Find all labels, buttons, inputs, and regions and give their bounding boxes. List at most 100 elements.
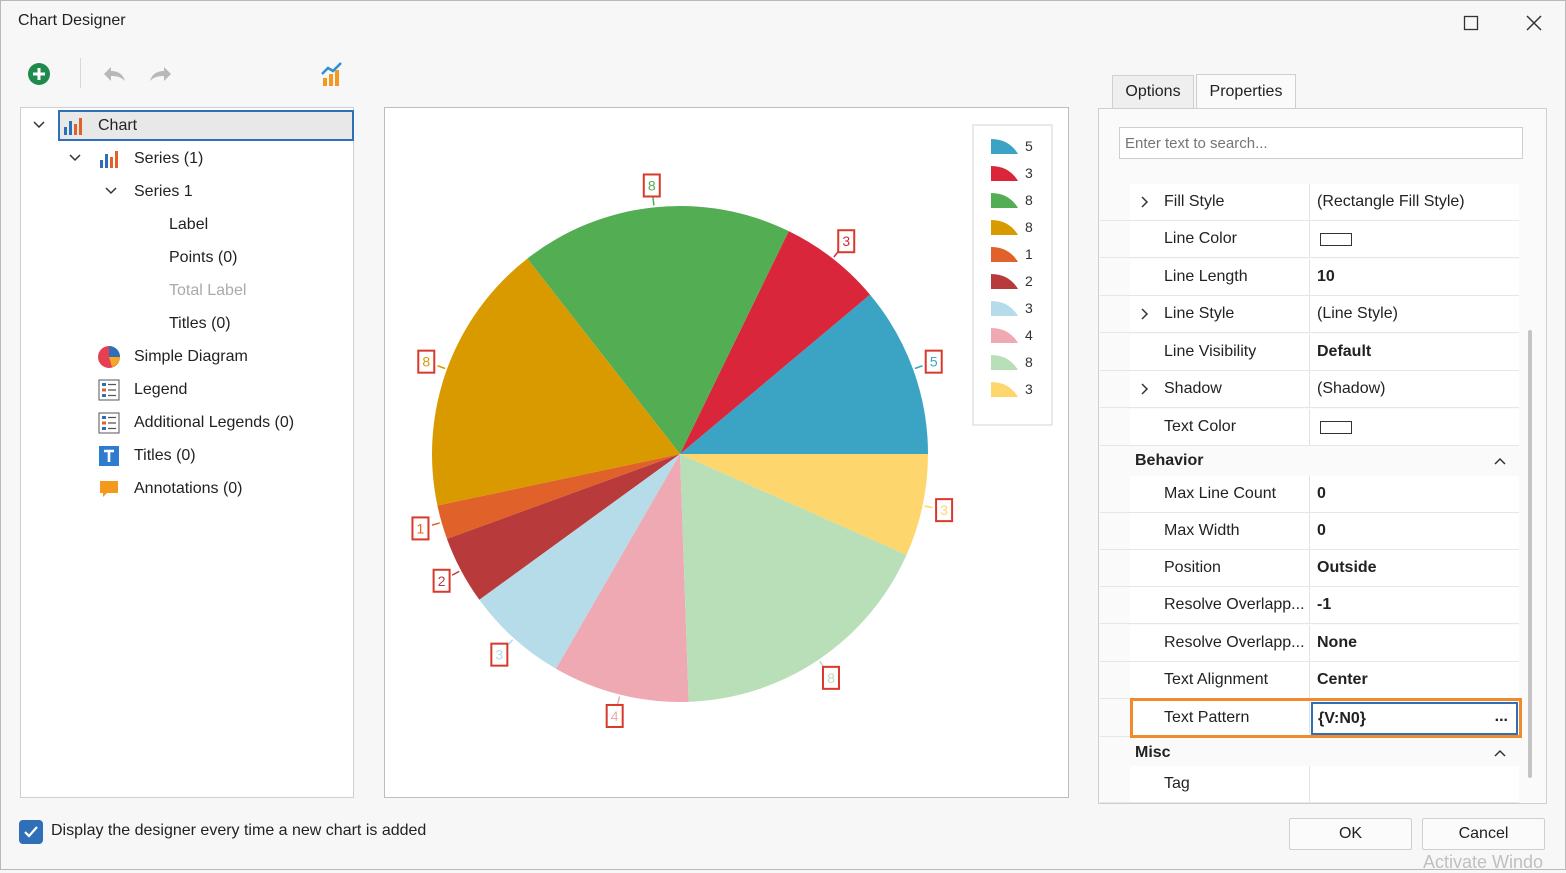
chevron-right-icon[interactable] [1138,382,1152,396]
series-icon [98,147,122,171]
tree-node-additional-legends[interactable]: Additional Legends (0) [97,407,349,438]
color-swatch[interactable] [1320,233,1352,246]
tree-label: Legend [134,380,188,398]
toolbar-separator [80,58,81,88]
data-label: 3 [495,647,503,663]
tree-node-series-group[interactable]: Series (1) [66,143,354,174]
prop-value: (Line Style) [1317,305,1398,322]
leader-line [652,197,655,206]
category-behavior[interactable]: Behavior [1100,446,1519,476]
prop-row-tag[interactable]: Tag [1100,766,1519,803]
undo-button[interactable] [98,58,130,90]
maximize-button[interactable] [1451,6,1491,40]
category-label: Behavior [1135,452,1204,469]
tree-node-simple-diagram[interactable]: Simple Diagram [97,341,349,372]
tree-node-points[interactable]: Points (0) [169,242,349,273]
prop-row-line-visibility[interactable]: Line Visibility Default [1100,334,1519,371]
tree-node-series1[interactable]: Series 1 [102,176,354,207]
tree-node-titles[interactable]: Titles (0) [97,440,349,471]
chevron-right-icon[interactable] [1138,307,1152,321]
chevron-up-icon[interactable] [1493,746,1507,760]
prop-name: Max Width [1164,522,1240,539]
column-divider [1309,259,1310,295]
row-gutter [1100,259,1130,295]
leader-line [437,365,446,370]
cancel-button[interactable]: Cancel [1422,818,1545,850]
leader-line [451,570,460,576]
maximize-icon [1463,15,1479,31]
prop-name: Position [1164,559,1221,576]
prop-row-position[interactable]: Position Outside [1100,550,1519,587]
chevron-up-icon[interactable] [1493,454,1507,468]
prop-row-resolve-overlapping-indent[interactable]: Resolve Overlapp... -1 [1100,587,1519,624]
tree-node-chart[interactable]: Chart [58,110,354,141]
close-button[interactable] [1514,6,1554,40]
prop-name: Resolve Overlapp... [1164,596,1305,613]
prop-row-text-alignment[interactable]: Text Alignment Center [1100,662,1519,699]
properties-scrollbar[interactable] [1528,330,1532,778]
tree-node-series-titles[interactable]: Titles (0) [169,308,349,339]
leader-line [924,505,933,509]
prop-row-line-color[interactable]: Line Color [1100,221,1519,258]
row-gutter [1100,662,1130,698]
prop-value: Default [1317,343,1372,360]
tab-properties[interactable]: Properties [1196,74,1296,109]
chevron-down-icon [104,184,118,198]
tree-toggle-chart[interactable] [30,110,50,141]
display-designer-checkbox[interactable] [19,820,43,844]
chevron-right-icon[interactable] [1138,195,1152,209]
column-divider [1309,662,1310,698]
prop-value: 10 [1317,268,1335,285]
column-divider [1309,513,1310,549]
prop-value: None [1317,634,1357,651]
column-divider [1309,334,1310,370]
leader-line [914,365,923,370]
add-button[interactable] [23,58,55,90]
tree-node-annotations[interactable]: Annotations (0) [97,473,349,504]
property-search-input[interactable] [1119,127,1523,159]
tree-node-total-label[interactable]: Total Label [169,275,349,306]
tab-options[interactable]: Options [1112,75,1194,108]
prop-row-resolve-overlapping-mode[interactable]: Resolve Overlapp... None [1100,625,1519,662]
legend-label: 3 [1025,300,1033,316]
tree-label: Series 1 [134,182,193,200]
tree-node-legend[interactable]: Legend [97,374,349,405]
legend-label: 8 [1025,354,1033,370]
legend-label: 1 [1025,246,1033,262]
prop-row-text-color[interactable]: Text Color [1100,409,1519,446]
prop-row-max-width[interactable]: Max Width 0 [1100,513,1519,550]
row-gutter [1100,334,1130,370]
prop-value: Center [1317,671,1368,688]
row-gutter [1100,409,1130,445]
data-label: 3 [842,233,850,249]
chevron-down-icon [68,151,82,165]
data-label: 8 [422,354,430,370]
prop-name: Tag [1164,775,1190,792]
prop-row-line-style[interactable]: Line Style (Line Style) [1100,296,1519,333]
row-gutter [1100,587,1130,623]
legend-label: 8 [1025,219,1033,235]
prop-value: 0 [1317,485,1326,502]
category-misc[interactable]: Misc [1100,738,1519,768]
pie-chart: 5 3 8 8 1 2 3 4 8 3 5 3 8 8 1 2 3 4 8 3 [411,124,1053,728]
leader-line [616,696,621,705]
ok-button[interactable]: OK [1289,818,1412,850]
data-label: 5 [930,354,938,370]
prop-value: Outside [1317,559,1377,576]
row-gutter [1100,766,1130,802]
column-divider [1309,371,1310,407]
tree-node-label[interactable]: Label [169,209,349,240]
redo-button[interactable] [145,58,177,90]
prop-row-max-line-count[interactable]: Max Line Count 0 [1100,476,1519,513]
prop-row-shadow[interactable]: Shadow (Shadow) [1100,371,1519,408]
column-divider [1309,409,1310,445]
chart-wizard-button[interactable] [316,58,348,90]
tree-label: Series (1) [134,149,204,167]
pie-diagram-icon [97,345,121,369]
display-designer-label[interactable]: Display the designer every time a new ch… [51,822,426,840]
prop-row-fill-style[interactable]: Fill Style (Rectangle Fill Style) [1100,184,1519,221]
color-swatch[interactable] [1320,421,1352,434]
prop-row-line-length[interactable]: Line Length 10 [1100,259,1519,296]
row-gutter [1100,221,1130,257]
checkmark-icon [24,826,38,838]
